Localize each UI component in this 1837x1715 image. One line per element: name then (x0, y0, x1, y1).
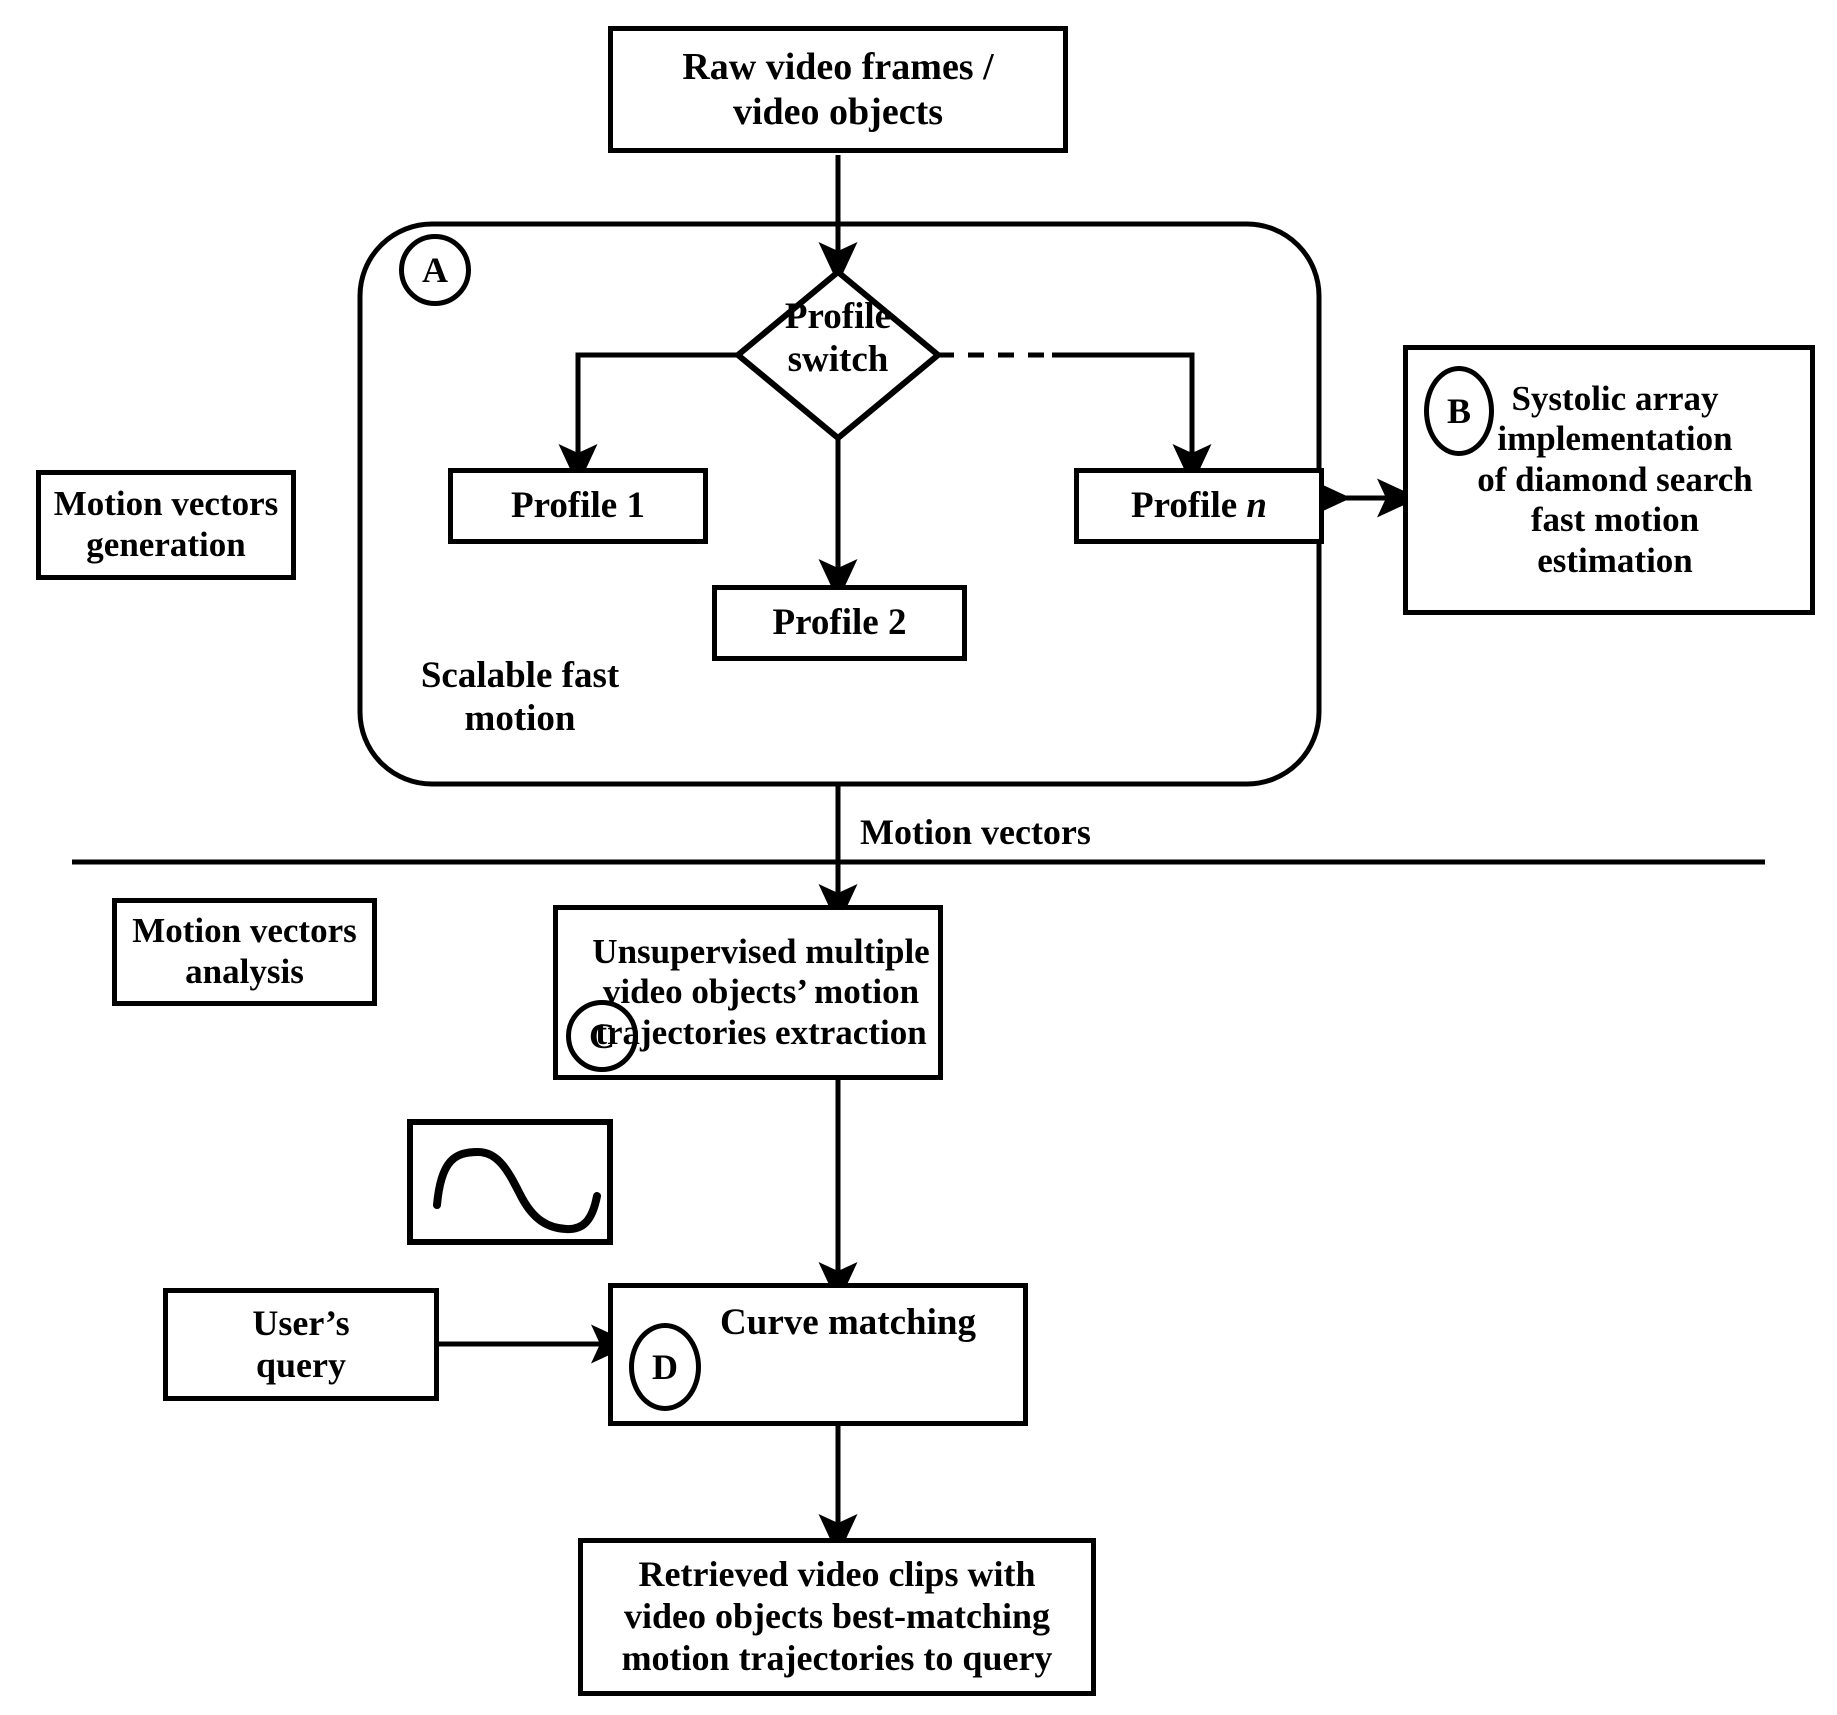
profile-1-box: Profile 1 (448, 468, 708, 544)
trajectories-extraction-label: Unsupervised multiple video objects’ mot… (592, 931, 930, 1052)
marker-c: C (566, 1000, 638, 1072)
profile-1-label: Profile 1 (511, 484, 645, 526)
motion-vectors-analysis-label: Motion vectors analysis (132, 911, 357, 991)
users-query-box: User’s query (163, 1288, 439, 1401)
profile-2-label: Profile 2 (772, 601, 907, 643)
marker-d: D (629, 1323, 701, 1411)
scalable-fast-motion-label: Scalable fast motion (420, 655, 620, 739)
raw-video-frames-label: Raw video frames / video objects (682, 46, 994, 133)
profile-n-index: n (1246, 484, 1267, 526)
profile-2-box: Profile 2 (712, 585, 967, 661)
users-query-label: User’s query (252, 1302, 350, 1385)
motion-vectors-edge-label: Motion vectors (860, 812, 1091, 852)
motion-vectors-analysis-box: Motion vectors analysis (112, 898, 377, 1006)
branch-right-to-profilen (1052, 352, 1212, 487)
flowchart-diagram: Raw video frames / video objects A Profi… (0, 0, 1837, 1715)
profile-n-label: Profile n (1131, 485, 1267, 528)
marker-c-label: C (589, 1016, 615, 1056)
branch-left-to-profile1 (558, 352, 738, 487)
diagram-connectors-layer (72, 155, 1765, 1557)
retrieved-clips-box: Retrieved video clips with video objects… (578, 1538, 1096, 1696)
raw-video-frames-box: Raw video frames / video objects (608, 26, 1068, 153)
motion-vectors-generation-box: Motion vectors generation (36, 470, 296, 580)
marker-d-label: D (652, 1347, 678, 1387)
profile-n-box: Profile n (1074, 468, 1324, 544)
retrieved-clips-label: Retrieved video clips with video objects… (621, 1554, 1053, 1678)
marker-b-label: B (1446, 391, 1471, 431)
systolic-array-label: Systolic array implementation of diamond… (1477, 378, 1753, 580)
marker-a: A (399, 234, 471, 306)
marker-a-label: A (422, 250, 448, 290)
curve-matching-label: Curve matching (720, 1302, 976, 1343)
motion-vectors-generation-label: Motion vectors generation (53, 484, 279, 564)
profile-switch-label: Profile switch (784, 296, 892, 380)
profile-n-prefix: Profile (1131, 484, 1247, 526)
marker-b: B (1424, 366, 1494, 456)
